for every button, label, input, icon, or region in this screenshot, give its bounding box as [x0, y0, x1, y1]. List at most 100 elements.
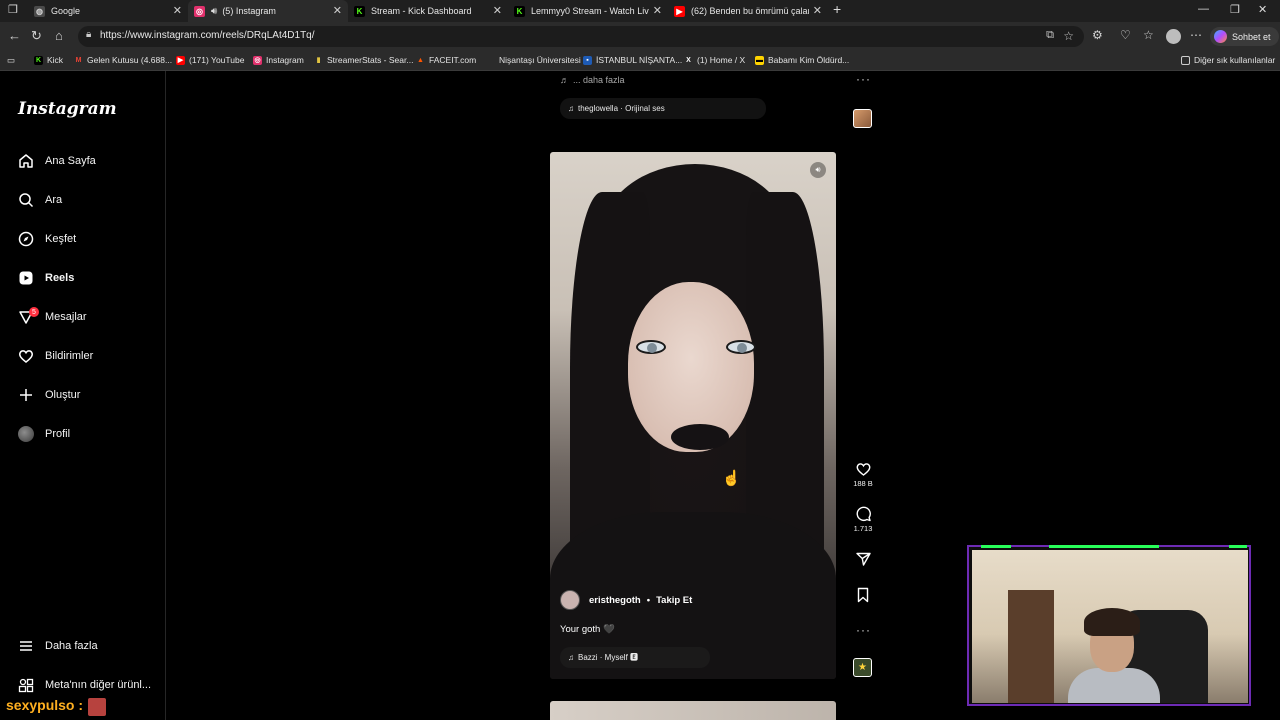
url-text[interactable]: https://www.instagram.com/reels/DRqLAt4D…: [100, 30, 315, 41]
bookmark-babami[interactable]: ▬ Babamı Kim Öldürd...: [755, 55, 849, 65]
sidebar-item-label: Reels: [45, 272, 75, 284]
reel-audio-thumbnail[interactable]: ★: [853, 658, 872, 677]
bookmark-streamerstats[interactable]: ▮ StreamerStats - Sear...: [314, 55, 414, 65]
home-icon[interactable]: ⌂: [55, 28, 63, 43]
instagram-sidebar: Instagram Ana Sayfa Ara Keşfet Reels 5 M…: [0, 71, 166, 720]
more-menu-icon[interactable]: ⋯: [1190, 28, 1202, 42]
split-screen-icon[interactable]: ⧉: [1046, 29, 1054, 42]
bookmark-instagram[interactable]: ◎ Instagram: [253, 55, 304, 65]
sidebar-toggle-icon[interactable]: ▭: [7, 55, 15, 66]
profile-avatar-icon[interactable]: [1166, 29, 1181, 44]
prev-caption-more[interactable]: ♬ ... daha fazla: [560, 75, 625, 85]
close-tab-icon[interactable]: ✕: [173, 4, 182, 17]
sidebar-item-reels[interactable]: Reels: [18, 267, 74, 289]
prev-audio-thumbnail[interactable]: [853, 109, 872, 128]
bookmark-label: (1) Home / X: [697, 55, 746, 65]
bookmark-label: Instagram: [266, 55, 304, 65]
audio-playing-icon[interactable]: 🔊︎: [211, 6, 217, 17]
copilot-button[interactable]: Sohbet et: [1210, 27, 1279, 46]
new-tab-icon[interactable]: +: [833, 1, 841, 17]
bookmark-nisantasi[interactable]: Nişantaşı Üniversitesi: [486, 55, 581, 65]
tab-youtube[interactable]: ▶ (62) Benden bu ömrümü çalanı gö ✕: [668, 0, 828, 22]
site-info-icon[interactable]: 🔒︎: [86, 29, 91, 40]
bookmark-label: StreamerStats - Sear...: [327, 55, 414, 65]
bookmark-label: FACEIT.com: [429, 55, 477, 65]
reload-icon[interactable]: ↻: [31, 28, 42, 44]
share-action[interactable]: [850, 551, 876, 567]
sidebar-item-label: Profil: [45, 428, 71, 440]
prev-audio-pill[interactable]: ♫ theglowella · Orijinal ses: [560, 98, 766, 119]
sidebar-item-label: Ara: [45, 194, 63, 206]
sidebar-item-meta[interactable]: Meta'nın diğer ürünl...: [18, 674, 151, 696]
google-favicon-icon: ◍: [34, 5, 45, 17]
close-tab-icon[interactable]: ✕: [813, 4, 822, 17]
tab-kick-dashboard[interactable]: K Stream - Kick Dashboard ✕: [348, 0, 508, 22]
extensions-icon[interactable]: ⚙: [1092, 28, 1103, 42]
compass-icon: [18, 231, 34, 247]
tab-actions-icon[interactable]: ❐: [8, 3, 18, 16]
tab-kick-stream[interactable]: K Lemmyy0 Stream - Watch Live on ✕: [508, 0, 668, 22]
close-window-icon[interactable]: ✕: [1258, 3, 1267, 16]
prev-more-options-icon[interactable]: ···: [856, 72, 871, 86]
favorite-star-icon[interactable]: ☆: [1063, 29, 1074, 43]
like-action[interactable]: 188 B: [850, 461, 876, 488]
webcam-person-body: [1068, 668, 1160, 703]
close-tab-icon[interactable]: ✕: [653, 4, 662, 17]
sidebar-item-label: Oluştur: [45, 389, 81, 401]
tab-google[interactable]: ◍ Google ✕: [28, 0, 188, 22]
instagram-logo[interactable]: Instagram: [18, 99, 117, 119]
sidebar-item-explore[interactable]: Keşfet: [18, 228, 76, 250]
author-avatar[interactable]: [560, 590, 580, 610]
bookmark-gmail[interactable]: M Gelen Kutusu (4.688...: [74, 55, 172, 65]
kick-favicon-icon: K: [354, 5, 365, 17]
prev-audio-label: theglowella · Orijinal ses: [578, 104, 665, 113]
heart-icon[interactable]: [855, 461, 872, 477]
sidebar-item-label: Mesajlar: [45, 311, 87, 323]
messenger-icon: 5: [18, 307, 39, 325]
save-action[interactable]: [850, 587, 876, 603]
hamburger-icon: [18, 638, 34, 654]
minimize-icon[interactable]: —: [1198, 3, 1209, 15]
comment-icon[interactable]: [855, 506, 872, 522]
sidebar-item-home[interactable]: Ana Sayfa: [18, 150, 96, 172]
bookmark-faceit[interactable]: ▲ FACEIT.com: [416, 55, 476, 65]
bookmark-istanbul-nisantasi[interactable]: ▪ İSTANBUL NİŞANTA...: [583, 55, 682, 65]
bookmark-youtube[interactable]: ▶ (171) YouTube: [176, 55, 244, 65]
tab-instagram[interactable]: ◎ 🔊︎ (5) Instagram ✕: [188, 0, 348, 22]
bookmark-label: Gelen Kutusu (4.688...: [87, 55, 173, 65]
other-bookmarks-label: Diğer sık kullanılanlar: [1194, 55, 1276, 65]
cam-frame-accent: [1049, 545, 1159, 548]
other-bookmarks[interactable]: Diğer sık kullanılanlar: [1181, 55, 1275, 65]
audio-toggle-icon[interactable]: 🔊︎: [810, 162, 826, 178]
reel-video[interactable]: 🔊︎ eristhegoth • Takip Et Your goth 🖤 ♫ B…: [550, 152, 836, 679]
webcam-shelf: [1008, 590, 1054, 703]
share-icon[interactable]: [855, 551, 872, 567]
copilot-label: Sohbet et: [1232, 31, 1271, 42]
sidebar-item-more[interactable]: Daha fazla: [18, 635, 98, 657]
address-bar[interactable]: 🔒︎ https://www.instagram.com/reels/DRqLA…: [78, 26, 1084, 47]
reel-audio-pill[interactable]: ♫ Bazzi · Myself 🅴: [560, 647, 710, 668]
follow-button[interactable]: Takip Et: [656, 595, 692, 606]
sidebar-item-notifications[interactable]: Bildirimler: [18, 345, 93, 367]
bookmark-label: Kick: [47, 55, 64, 65]
bookmark-x[interactable]: X (1) Home / X: [684, 55, 745, 65]
comment-action[interactable]: 1.713: [850, 506, 876, 533]
favorites-icon[interactable]: ☆: [1143, 28, 1154, 42]
restore-icon[interactable]: ❐: [1230, 3, 1240, 16]
next-reel-preview[interactable]: [550, 701, 836, 720]
sidebar-item-search[interactable]: Ara: [18, 189, 62, 211]
bookmark-kick[interactable]: K Kick: [34, 55, 63, 65]
sidebar-item-create[interactable]: Oluştur: [18, 384, 80, 406]
close-tab-icon[interactable]: ✕: [333, 4, 342, 17]
close-tab-icon[interactable]: ✕: [493, 4, 502, 17]
browser-essentials-icon[interactable]: ♡: [1120, 28, 1131, 42]
sidebar-item-messages[interactable]: 5 Mesajlar: [18, 306, 87, 328]
folder-icon: [1181, 55, 1190, 65]
webcam-feed: [972, 550, 1248, 703]
author-username[interactable]: eristhegoth: [589, 595, 641, 606]
more-options-icon[interactable]: ···: [856, 623, 871, 637]
bookmark-icon[interactable]: [855, 587, 871, 603]
back-icon[interactable]: ←: [8, 28, 21, 43]
sidebar-item-profile[interactable]: Profil: [18, 423, 70, 445]
faceit-favicon-icon: ▲: [417, 56, 424, 64]
